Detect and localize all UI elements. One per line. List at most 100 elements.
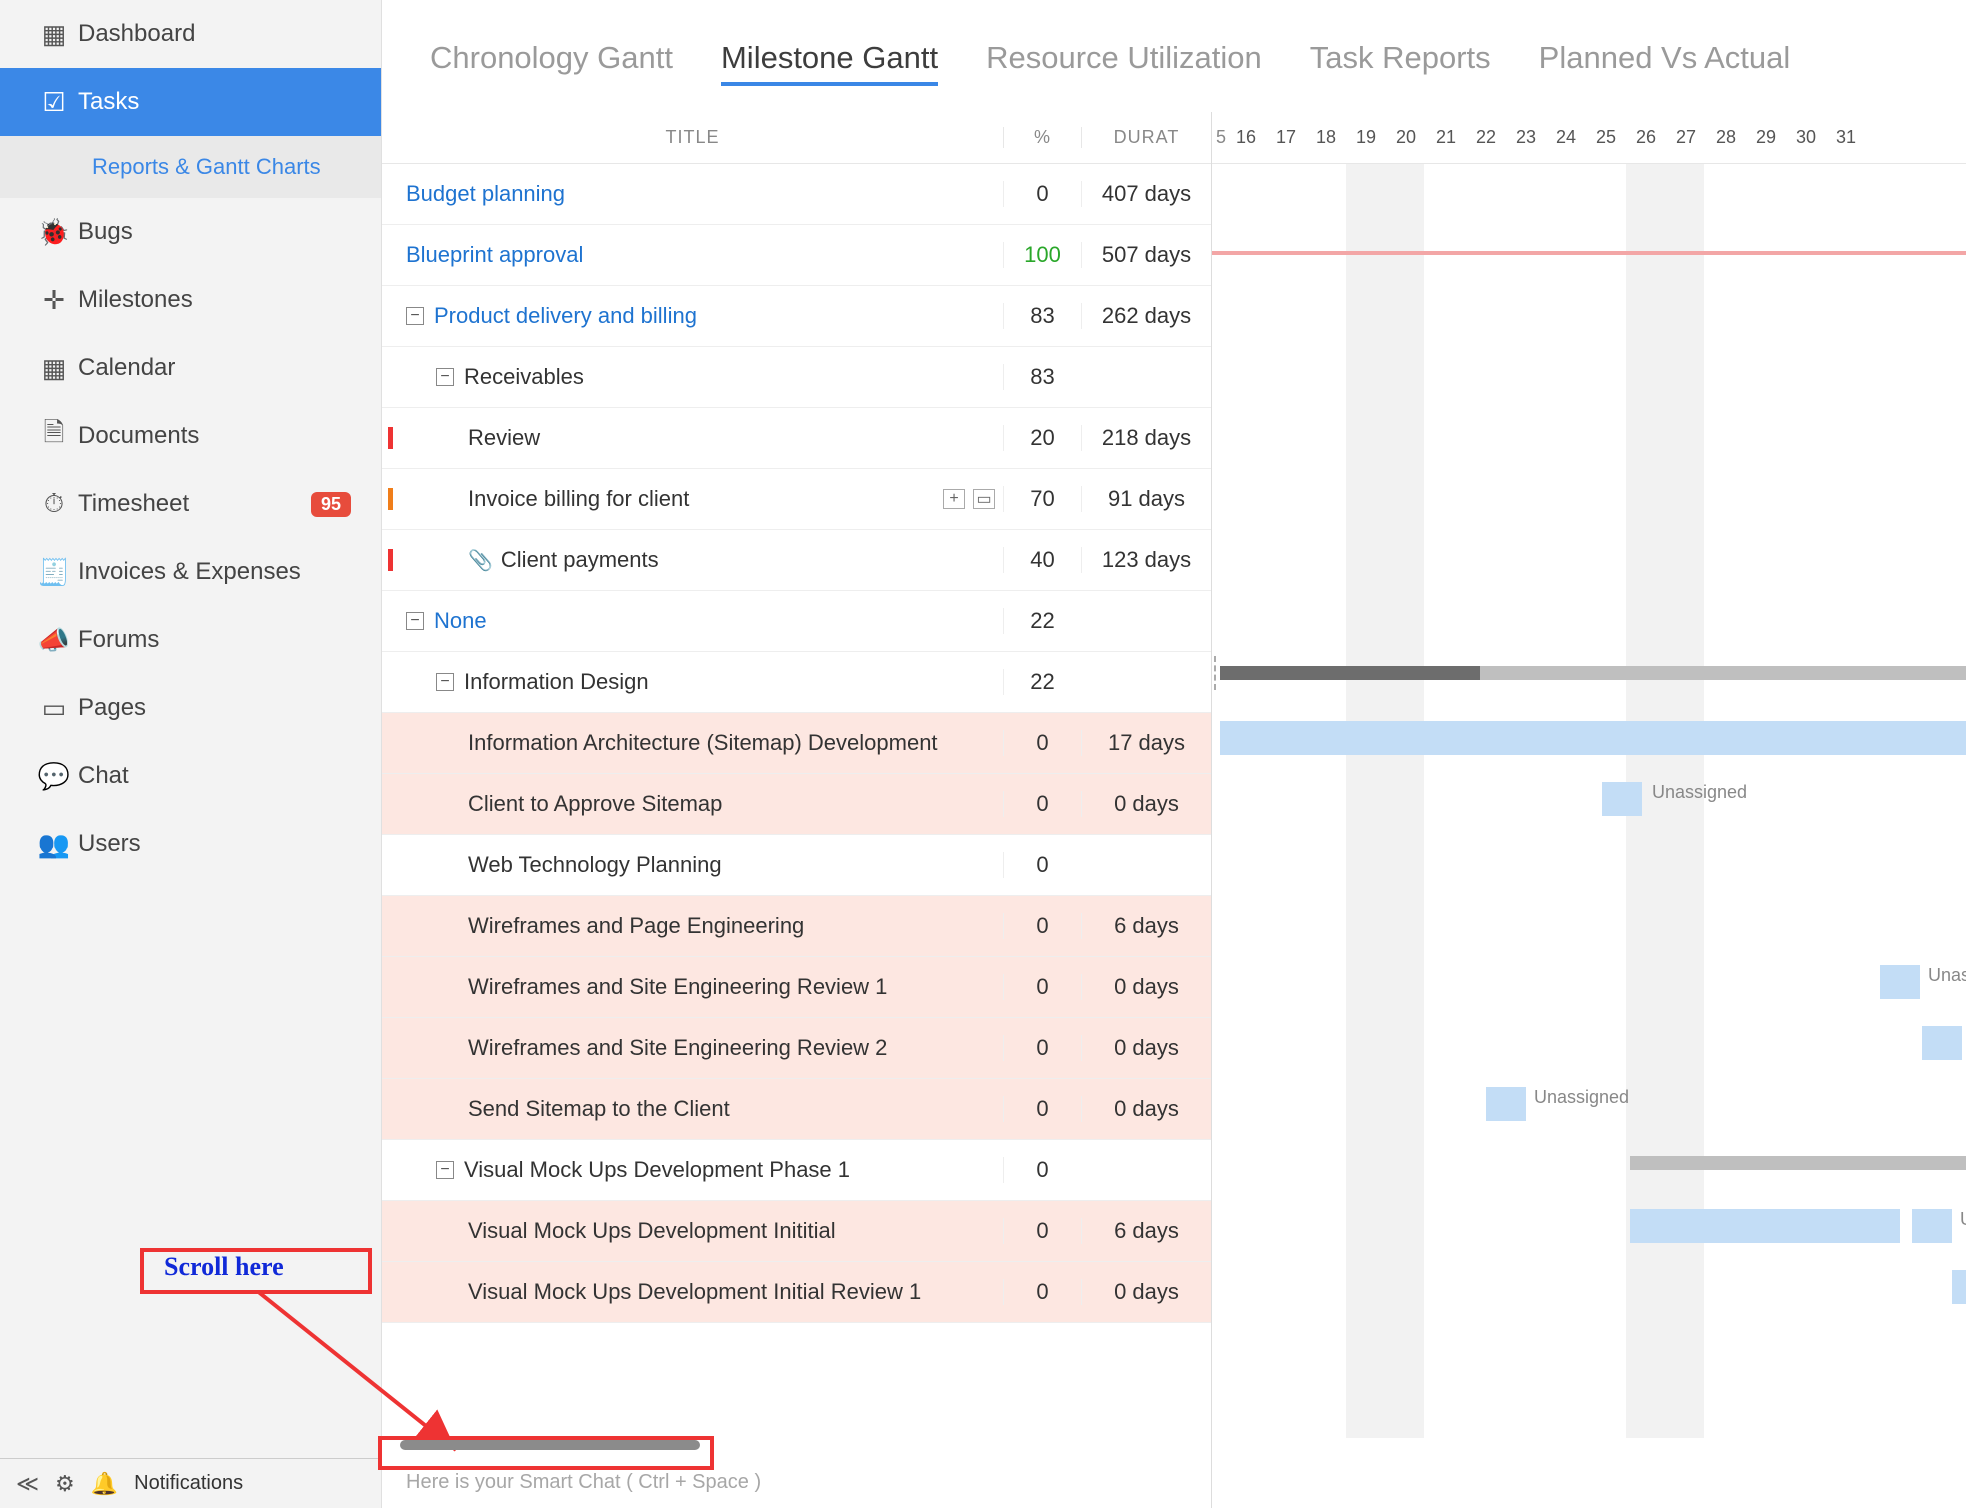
sidebar-item-documents[interactable]: 🗎 Documents: [0, 402, 381, 470]
smart-chat-hint[interactable]: Here is your Smart Chat ( Ctrl + Space ): [406, 1471, 761, 1494]
column-title[interactable]: TITLE: [382, 127, 1003, 148]
gantt-task-bar[interactable]: [1922, 1026, 1962, 1060]
sidebar-item-label: Documents: [78, 422, 199, 450]
tab-chronology-gantt[interactable]: Chronology Gantt: [430, 40, 673, 86]
table-row[interactable]: Client to Approve Sitemap00 days: [382, 774, 1211, 835]
gantt-summary-bar[interactable]: [1480, 666, 1966, 680]
sidebar-item-timesheet[interactable]: ⏱ Timesheet 95: [0, 470, 381, 538]
sidebar-subitem-reports-gantt[interactable]: Reports & Gantt Charts: [0, 136, 381, 198]
table-row[interactable]: 📎Client payments40123 days: [382, 530, 1211, 591]
row-duration: 91 days: [1081, 486, 1211, 512]
row-duration: 6 days: [1081, 913, 1211, 939]
assignee-label: Unassigned: [1652, 782, 1747, 803]
bell-icon[interactable]: 🔔: [91, 1471, 118, 1497]
users-icon: 👥: [30, 829, 78, 860]
date-cell: 29: [1746, 127, 1786, 148]
tab-resource-utilization[interactable]: Resource Utilization: [986, 40, 1262, 86]
add-subtask-button[interactable]: +: [943, 489, 965, 509]
gantt-summary-bar[interactable]: [1220, 666, 1480, 680]
sidebar-item-calendar[interactable]: ▦ Calendar: [0, 334, 381, 402]
sidebar-item-invoices[interactable]: 🧾 Invoices & Expenses: [0, 538, 381, 606]
sidebar-item-pages[interactable]: ▭ Pages: [0, 674, 381, 742]
priority-tick-orange-icon: [388, 488, 393, 510]
tab-milestone-gantt[interactable]: Milestone Gantt: [721, 40, 938, 86]
table-row[interactable]: Wireframes and Page Engineering06 days: [382, 896, 1211, 957]
table-row[interactable]: Wireframes and Site Engineering Review 1…: [382, 957, 1211, 1018]
settings-gear-icon[interactable]: ⚙: [55, 1471, 75, 1497]
table-row[interactable]: −Product delivery and billing83262 days: [382, 286, 1211, 347]
gantt-bar-blueprint[interactable]: [1212, 251, 1966, 255]
gantt-task-bar[interactable]: [1952, 1270, 1966, 1304]
timesheet-badge: 95: [311, 492, 351, 517]
row-title: Client payments: [501, 547, 659, 573]
collapse-sidebar-icon[interactable]: ≪: [16, 1471, 39, 1497]
priority-tick-red-icon: [388, 427, 393, 449]
table-row[interactable]: −Information Design22: [382, 652, 1211, 713]
sidebar-item-dashboard[interactable]: ▦ Dashboard: [0, 0, 381, 68]
gantt-task-bar[interactable]: [1220, 721, 1966, 755]
table-row[interactable]: Web Technology Planning0: [382, 835, 1211, 896]
row-duration: 262 days: [1081, 303, 1211, 329]
table-row[interactable]: Information Architecture (Sitemap) Devel…: [382, 713, 1211, 774]
gantt-chart[interactable]: 5 16171819202122232425262728293031: [1212, 112, 1966, 1508]
sidebar-item-label: Timesheet: [78, 490, 189, 518]
sidebar-item-label: Chat: [78, 762, 129, 790]
table-row[interactable]: Send Sitemap to the Client00 days: [382, 1079, 1211, 1140]
table-row[interactable]: −Visual Mock Ups Development Phase 10: [382, 1140, 1211, 1201]
gantt-task-bar[interactable]: [1630, 1209, 1900, 1243]
attachment-icon[interactable]: 📎: [468, 548, 493, 573]
row-title: None: [434, 608, 487, 634]
gantt-summary-bar[interactable]: [1630, 1156, 1966, 1170]
collapse-icon[interactable]: −: [436, 368, 454, 386]
sidebar-item-label: Forums: [78, 626, 159, 654]
column-duration[interactable]: DURAT: [1081, 127, 1211, 148]
table-row[interactable]: Invoice billing for client+▭7091 days: [382, 469, 1211, 530]
table-row[interactable]: Budget planning0407 days: [382, 164, 1211, 225]
gantt-task-bar[interactable]: [1912, 1209, 1952, 1243]
sidebar-item-forums[interactable]: 📣 Forums: [0, 606, 381, 674]
row-duration: 0 days: [1081, 1035, 1211, 1061]
tab-task-reports[interactable]: Task Reports: [1310, 40, 1491, 86]
sidebar-item-bugs[interactable]: 🐞 Bugs: [0, 198, 381, 266]
assignee-label: Unas: [1960, 1209, 1966, 1230]
row-title: Review: [468, 425, 540, 451]
table-row[interactable]: −None22: [382, 591, 1211, 652]
row-percent: 0: [1003, 1157, 1081, 1183]
tab-planned-vs-actual[interactable]: Planned Vs Actual: [1539, 40, 1791, 86]
date-cell: 28: [1706, 127, 1746, 148]
column-percent[interactable]: %: [1003, 127, 1081, 148]
table-row[interactable]: Review20218 days: [382, 408, 1211, 469]
date-cell: 22: [1466, 127, 1506, 148]
collapse-icon[interactable]: −: [436, 673, 454, 691]
gantt-task-bar[interactable]: [1486, 1087, 1526, 1121]
row-percent: 0: [1003, 1096, 1081, 1122]
row-duration: 123 days: [1081, 547, 1211, 573]
sidebar-item-tasks[interactable]: ☑ Tasks: [0, 68, 381, 136]
row-duration: 6 days: [1081, 1218, 1211, 1244]
sidebar-item-users[interactable]: 👥 Users: [0, 810, 381, 878]
notifications-label[interactable]: Notifications: [134, 1472, 243, 1495]
documents-icon: 🗎: [30, 414, 78, 458]
gantt-task-bar[interactable]: [1880, 965, 1920, 999]
table-row[interactable]: −Receivables83: [382, 347, 1211, 408]
table-row[interactable]: Visual Mock Ups Development Initial Revi…: [382, 1262, 1211, 1323]
assignee-label: Unassigned: [1534, 1087, 1629, 1108]
table-row[interactable]: Visual Mock Ups Development Inititial06 …: [382, 1201, 1211, 1262]
collapse-icon[interactable]: −: [406, 612, 424, 630]
table-row[interactable]: Blueprint approval100507 days: [382, 225, 1211, 286]
row-title: Wireframes and Site Engineering Review 1: [468, 974, 887, 1000]
grid-header: TITLE % DURAT: [382, 112, 1211, 164]
sidebar-item-milestones[interactable]: ✛ Milestones: [0, 266, 381, 334]
bottom-bar: ≪ ⚙ 🔔 Notifications: [0, 1458, 381, 1508]
sidebar-item-chat[interactable]: 💬 Chat: [0, 742, 381, 810]
row-title: Visual Mock Ups Development Initial Revi…: [468, 1279, 921, 1305]
row-percent: 0: [1003, 1035, 1081, 1061]
main-content: Chronology Gantt Milestone Gantt Resourc…: [382, 0, 1966, 1508]
collapse-icon[interactable]: −: [436, 1161, 454, 1179]
gantt-task-bar[interactable]: [1602, 782, 1642, 816]
collapse-icon[interactable]: −: [406, 307, 424, 325]
gantt-start-marker: [1214, 656, 1216, 690]
table-row[interactable]: Wireframes and Site Engineering Review 2…: [382, 1018, 1211, 1079]
task-grid: TITLE % DURAT Budget planning0407 daysBl…: [382, 112, 1212, 1508]
row-details-button[interactable]: ▭: [973, 489, 995, 509]
